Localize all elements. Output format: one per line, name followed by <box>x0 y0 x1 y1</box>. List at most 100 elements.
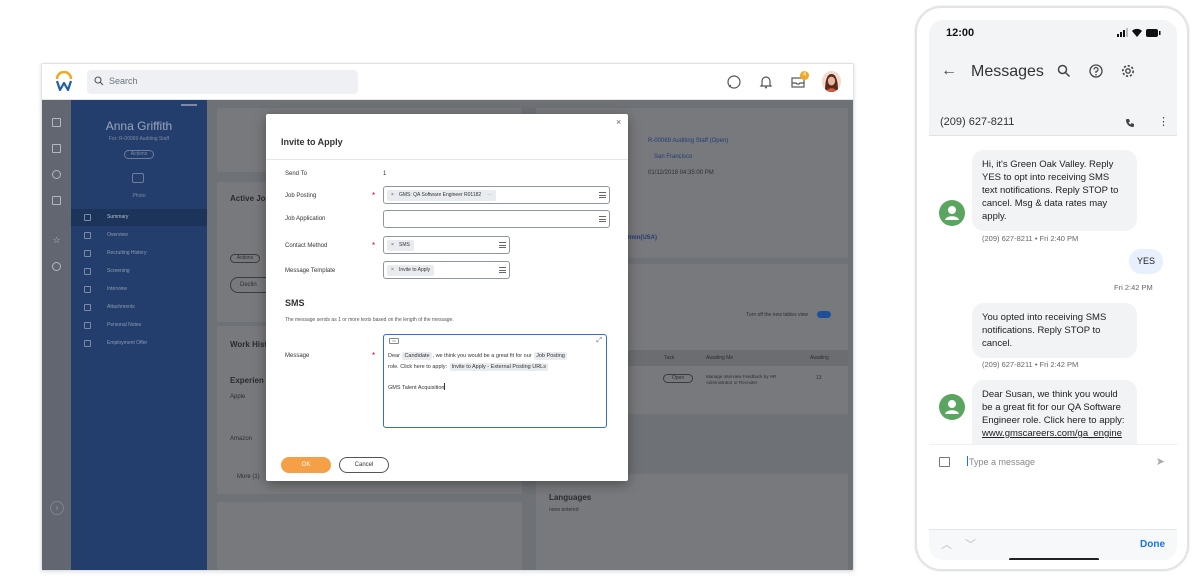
nav-personal-notes[interactable]: Personal Notes <box>71 317 207 334</box>
bottom-card <box>217 502 522 570</box>
done-button[interactable]: Done <box>1140 539 1165 550</box>
urls-tag[interactable]: Invite to Apply - External Posting URLs <box>449 363 548 371</box>
send-to-label: Send To <box>285 171 307 177</box>
message-thread: Hi, it's Green Oak Valley. Reply YES to … <box>929 136 1177 444</box>
job-application-field[interactable] <box>383 210 610 228</box>
experience-title: Experien <box>230 376 264 385</box>
message-meta-2: Fri 2:42 PM <box>1114 283 1153 292</box>
actions-button[interactable]: Actions <box>124 150 154 159</box>
more-options-icon[interactable]: ··· <box>487 192 492 198</box>
search-bar[interactable]: Search <box>87 70 358 94</box>
more-link[interactable]: More (1) <box>237 474 260 480</box>
candidate-subtitle: For: R-00069 Auditing Staff <box>108 136 170 142</box>
nav-summary[interactable]: Summary <box>71 209 207 226</box>
notes-icon <box>84 322 91 329</box>
message-editor[interactable]: ▭ ⤢ Dear Candidate, we think you would b… <box>383 334 607 428</box>
apply-link[interactable]: www.gmscareers.com/ga_engine <box>982 428 1122 439</box>
ok-button[interactable]: OK <box>281 457 331 473</box>
cancel-button[interactable]: Cancel <box>339 457 389 473</box>
expand-icon[interactable]: ⤢ <box>596 337 602 345</box>
contact-avatar-icon[interactable] <box>939 394 965 420</box>
languages-note: none entered <box>549 507 579 513</box>
remove-icon[interactable]: × <box>391 240 394 251</box>
list-icon[interactable] <box>499 242 506 248</box>
search-rail-icon[interactable] <box>52 170 61 179</box>
chevron-up-icon[interactable]: ︿ <box>941 536 952 552</box>
remove-icon[interactable]: × <box>391 265 394 276</box>
bell-icon[interactable] <box>758 74 774 90</box>
document-icon[interactable] <box>52 144 61 153</box>
chip-label: SMS <box>399 242 410 248</box>
sidebar-toggle-icon[interactable] <box>181 104 197 110</box>
task-text[interactable]: Manage Interview Feedback by HR Administ… <box>706 374 784 386</box>
nav-interview[interactable]: Interview <box>71 281 207 298</box>
list-icon[interactable] <box>599 192 606 198</box>
org-chart-icon[interactable] <box>52 196 61 205</box>
job-posting-link[interactable]: R-00069 Auditing Staff (Open) <box>648 138 728 144</box>
incoming-message-2: You opted into receiving SMS notificatio… <box>972 303 1137 358</box>
contact-method-label: Contact Method <box>285 243 328 249</box>
actions-bg-button[interactable]: Actions <box>230 254 260 263</box>
awaiting-days: 13 <box>816 375 822 381</box>
remove-icon[interactable]: × <box>391 190 394 201</box>
overview-icon <box>84 232 91 239</box>
nav-employment-offer[interactable]: Employment Offer <box>71 335 207 352</box>
message-text: Dear Susan, we think you would be a grea… <box>982 389 1125 426</box>
nav-recruiting-history[interactable]: Recruiting History <box>71 245 207 262</box>
user-avatar[interactable] <box>822 71 841 92</box>
phone-screen: 12:00 ← Messages (209) 627-8211 ⋮ Hi, it… <box>929 20 1177 560</box>
send-icon[interactable]: ➤ <box>1156 455 1165 468</box>
candidate-name: Anna Griffith <box>105 119 173 133</box>
chevron-down-icon[interactable]: ﹀ <box>965 536 976 552</box>
settings-icon[interactable] <box>52 262 61 271</box>
back-arrow-icon[interactable]: ← <box>941 62 957 80</box>
contact-avatar-icon[interactable] <box>939 200 965 226</box>
messages-title: Messages <box>971 63 1044 80</box>
nav-label: Attachments <box>107 304 135 310</box>
nav-label: Summary <box>107 214 129 220</box>
chat-icon[interactable] <box>726 74 742 90</box>
phone-call-icon[interactable] <box>1125 118 1135 128</box>
send-to-value: 1 <box>383 171 387 177</box>
home-indicator[interactable] <box>1009 558 1099 560</box>
star-icon[interactable]: ☆ <box>52 236 61 245</box>
insert-field-icon[interactable]: ▭ <box>389 338 399 344</box>
candidate-sidebar: Anna Griffith For: R-00069 Auditing Staf… <box>71 100 207 570</box>
job-posting-chip[interactable]: × GMS: QA Software Engineer R01182 ··· <box>387 190 497 201</box>
status-open-badge: Open <box>663 374 693 383</box>
more-vert-icon[interactable]: ⋮ <box>1158 117 1169 128</box>
required-marker: * <box>372 241 376 250</box>
close-icon[interactable]: × <box>616 117 621 127</box>
search-icon <box>94 76 104 86</box>
contact-method-chip[interactable]: × SMS <box>387 240 414 251</box>
settings-gear-icon[interactable] <box>1121 64 1135 78</box>
nav-attachments[interactable]: Attachments <box>71 299 207 316</box>
message-template-chip[interactable]: × Invite to Apply <box>387 265 435 276</box>
search-icon[interactable] <box>1057 64 1071 78</box>
summary-icon <box>84 214 91 221</box>
workday-logo-icon[interactable] <box>54 71 74 93</box>
message-input[interactable]: Type a message <box>967 456 1035 467</box>
experience-apple: Apple <box>230 394 246 400</box>
dialog-title: Invite to Apply <box>281 137 343 147</box>
candidate-tag[interactable]: Candidate <box>402 352 432 360</box>
image-attach-icon[interactable] <box>939 457 950 467</box>
message-template-label: Message Template <box>285 268 336 274</box>
nav-overview[interactable]: Overview <box>71 227 207 244</box>
location-link[interactable]: San Francisco <box>654 154 692 160</box>
job-posting-field[interactable]: × GMS: QA Software Engineer R01182 ··· <box>383 186 610 204</box>
tables-view-toggle[interactable] <box>817 311 831 318</box>
home-icon[interactable] <box>52 118 61 127</box>
col-awaiting-me: Awaiting Me <box>706 355 734 361</box>
help-icon[interactable] <box>1089 64 1103 78</box>
message-signature: GMS Talent Acquisition <box>388 385 445 391</box>
messages-app-bar: ← Messages (209) 627-8211 ⋮ <box>929 46 1177 136</box>
contact-method-field[interactable]: × SMS <box>383 236 510 254</box>
list-icon[interactable] <box>599 216 606 222</box>
job-posting-tag[interactable]: Job Posting <box>534 352 567 360</box>
list-icon[interactable] <box>499 267 506 273</box>
photo-icon[interactable] <box>132 173 144 183</box>
nav-screening[interactable]: Screening <box>71 263 207 280</box>
collapse-sidebar-button[interactable]: › <box>50 501 64 515</box>
message-template-field[interactable]: × Invite to Apply <box>383 261 510 279</box>
